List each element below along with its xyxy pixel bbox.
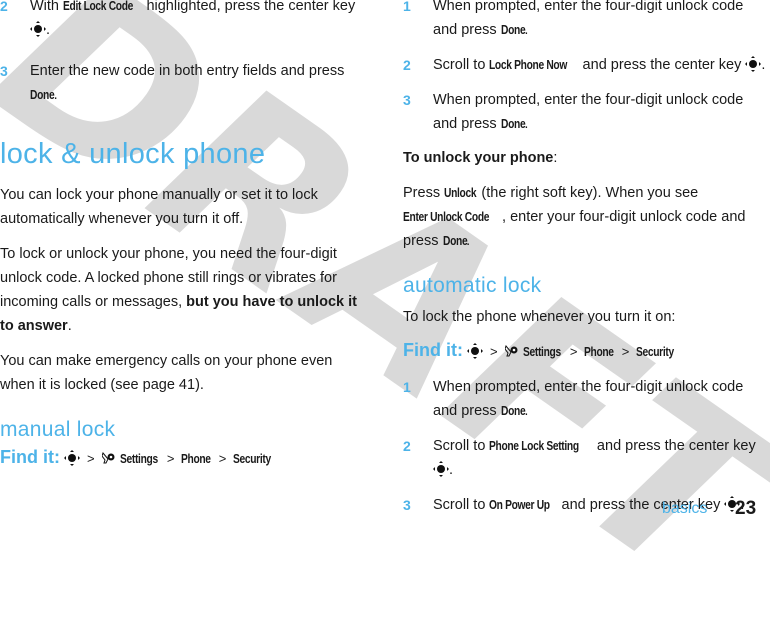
step-edit-lock-code: 2 With Edit Lock Code highlighted, press…	[0, 0, 370, 42]
center-key-icon	[64, 450, 81, 466]
step-text: Scroll to	[433, 497, 490, 513]
step-text: With	[30, 0, 64, 14]
menu-item-label: Phone Lock Setting	[489, 439, 580, 453]
step-list-item: 2 Scroll to Phone Lock Setting and press…	[403, 434, 770, 482]
find-it-path: Find it: > Settings > Phone > Security	[403, 338, 770, 364]
path-separator: >	[621, 344, 630, 359]
menu-item-label: Lock Phone Now	[489, 58, 568, 72]
step-text: highlighted, press the center key	[142, 0, 356, 14]
step-number: 2	[403, 438, 411, 454]
unlock-heading-text: To unlock your phone	[403, 150, 554, 166]
path-separator: >	[87, 451, 95, 466]
step-number: 3	[403, 92, 411, 108]
soft-key-label: Unlock	[444, 186, 477, 200]
path-security: Security	[233, 452, 272, 466]
unlock-heading: To unlock your phone:	[403, 146, 770, 170]
paragraph-unlock-code: To lock or unlock your phone, you need t…	[0, 242, 370, 338]
step-text: When prompted, enter the four-digit unlo…	[433, 379, 744, 419]
settings-icon	[504, 344, 518, 357]
unlock-paragraph: Press Unlock (the right soft key). When …	[403, 181, 770, 253]
menu-item-label: Done	[30, 88, 55, 102]
menu-item-label: Edit Lock Code	[63, 0, 134, 13]
menu-item-label: Done	[442, 234, 468, 248]
subheading-automatic-lock: automatic lock	[403, 274, 542, 297]
step-number: 3	[403, 497, 411, 513]
paragraph-intro: You can lock your phone manually or set …	[0, 187, 318, 227]
punctuation: :	[553, 150, 558, 166]
step-text: and press the center key	[592, 438, 756, 454]
step-list-item: 1 When prompted, enter the four-digit un…	[403, 375, 770, 423]
menu-item-label: Done	[500, 23, 526, 37]
step-number: 2	[0, 0, 8, 14]
step-enter-new-code: 3 Enter the new code in both entry field…	[0, 59, 370, 107]
center-key-icon	[30, 21, 46, 37]
paragraph-text: Press	[403, 185, 445, 201]
menu-item-label: On Power Up	[489, 498, 551, 512]
settings-icon	[101, 451, 115, 464]
find-it-path: Find it: > Settings > Phone > Security	[0, 445, 370, 471]
auto-lock-intro: To lock the phone whenever you turn it o…	[403, 309, 676, 325]
center-key-icon	[745, 56, 762, 72]
path-settings: Settings	[119, 452, 158, 466]
center-key-icon	[433, 461, 449, 477]
path-security: Security	[636, 345, 675, 359]
section-heading: lock & unlock phone	[0, 138, 266, 170]
menu-item-label: Done	[500, 404, 526, 418]
find-it-label: Find it:	[403, 340, 463, 360]
step-list-item: 3 When prompted, enter the four-digit un…	[403, 88, 770, 136]
path-phone: Phone	[181, 452, 212, 466]
path-separator: >	[218, 451, 227, 466]
step-text: Scroll to	[433, 438, 490, 454]
step-number: 3	[0, 63, 8, 79]
step-text: Enter the new code in both entry fields …	[30, 63, 345, 79]
punctuation: .	[67, 318, 72, 334]
paragraph-text: (the right soft key). When you see	[477, 185, 699, 201]
step-text: and press the center key	[578, 57, 742, 73]
page-number: 23	[735, 498, 757, 519]
footer-section-name: basics	[662, 500, 708, 517]
paragraph-emergency: You can make emergency calls on your pho…	[0, 353, 333, 393]
step-text: When prompted, enter the four-digit unlo…	[433, 92, 744, 132]
step-list-item: 3 Scroll to On Power Up and press the ce…	[403, 493, 770, 517]
step-text: When prompted, enter the four-digit unlo…	[433, 0, 744, 38]
right-column: 1 When prompted, enter the four-digit un…	[403, 0, 770, 517]
screen-prompt-label: Enter Unlock Code	[403, 210, 490, 224]
step-text: Scroll to	[433, 57, 490, 73]
step-list-item: 1 When prompted, enter the four-digit un…	[403, 0, 770, 42]
path-phone: Phone	[584, 345, 615, 359]
step-number: 1	[403, 0, 411, 14]
menu-item-label: Done	[500, 117, 526, 131]
step-number: 1	[403, 379, 411, 395]
center-key-icon	[467, 343, 484, 359]
path-settings: Settings	[522, 345, 561, 359]
find-it-label: Find it:	[0, 447, 60, 467]
path-separator: >	[490, 344, 498, 359]
left-column: 2 With Edit Lock Code highlighted, press…	[0, 0, 370, 471]
subheading-manual-lock: manual lock	[0, 418, 116, 441]
step-number: 2	[403, 57, 411, 73]
step-list-item: 2 Scroll to Lock Phone Now and press the…	[403, 53, 770, 77]
path-separator: >	[569, 344, 578, 359]
path-separator: >	[166, 451, 175, 466]
